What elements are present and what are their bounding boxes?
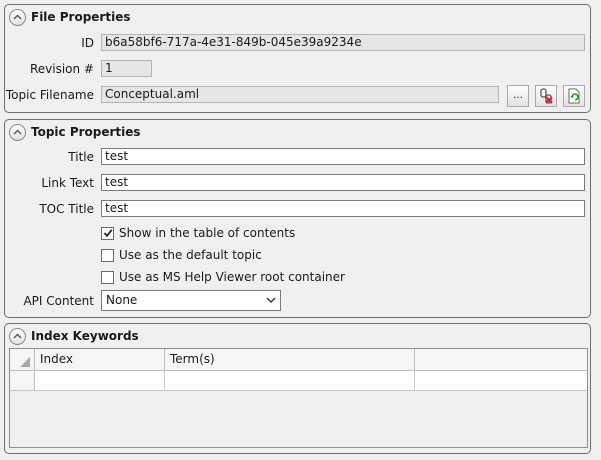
topic-properties-header: Topic Properties (9, 123, 141, 141)
collapse-index-keywords-button[interactable] (9, 327, 26, 345)
index-keywords-grid[interactable]: Index Term(s) (9, 348, 588, 448)
toc-title-input[interactable]: test (101, 200, 585, 217)
toc-title-label: TOC Title (39, 202, 94, 216)
collapse-file-properties-button[interactable] (9, 8, 26, 26)
chevron-down-icon (266, 291, 276, 316)
new-row-terms-cell[interactable] (165, 371, 415, 391)
api-content-select[interactable]: None (101, 290, 281, 311)
link-text-input[interactable]: test (101, 174, 585, 191)
show-in-toc-checkbox[interactable]: Show in the table of contents (101, 226, 295, 240)
title-input[interactable]: test (101, 148, 585, 165)
id-label: ID (81, 36, 94, 50)
checkmark-icon (103, 229, 113, 238)
chevron-up-icon (13, 129, 22, 135)
file-properties-title: File Properties (31, 10, 131, 24)
unlink-file-button[interactable] (535, 85, 557, 107)
broken-link-icon (540, 88, 553, 104)
title-label: Title (68, 150, 94, 164)
checkbox-label: Use as MS Help Viewer root container (119, 270, 345, 284)
api-content-label: API Content (23, 294, 94, 308)
index-keywords-header: Index Keywords (9, 327, 139, 345)
topic-properties-title: Topic Properties (31, 125, 141, 139)
new-row-index-cell[interactable] (35, 371, 165, 391)
file-properties-header: File Properties (9, 8, 130, 26)
api-content-value: None (106, 293, 138, 307)
refresh-document-icon (568, 88, 580, 104)
browse-button-label: ... (513, 90, 523, 101)
topic-filename-field[interactable]: Conceptual.aml (101, 86, 499, 103)
checkbox-box[interactable] (101, 270, 114, 284)
chevron-up-icon (13, 14, 22, 20)
checkbox-label: Show in the table of contents (119, 226, 296, 240)
column-header-terms[interactable]: Term(s) (165, 349, 415, 371)
topic-filename-label: Topic Filename (5, 88, 94, 102)
select-all-triangle-icon (20, 357, 30, 367)
revision-label: Revision # (29, 62, 94, 76)
chevron-up-icon (13, 333, 22, 339)
link-text-label: Link Text (41, 176, 94, 190)
help-viewer-root-checkbox[interactable]: Use as MS Help Viewer root container (101, 270, 345, 284)
checkbox-box[interactable] (101, 226, 114, 240)
browse-button[interactable]: ... (507, 85, 529, 107)
checkbox-box[interactable] (101, 248, 114, 262)
column-header-index[interactable]: Index (35, 349, 165, 371)
row-header-cell[interactable] (10, 371, 35, 391)
revision-field[interactable]: 1 (101, 60, 152, 77)
checkbox-label: Use as the default topic (119, 248, 262, 262)
collapse-topic-properties-button[interactable] (9, 123, 26, 141)
column-header-filler (415, 349, 587, 371)
id-field[interactable]: b6a58bf6-717a-4e31-849b-045e39a9234e (101, 34, 585, 51)
new-row-filler-cell (415, 371, 587, 391)
refresh-file-button[interactable] (563, 85, 585, 107)
default-topic-checkbox[interactable]: Use as the default topic (101, 248, 262, 262)
select-all-cell[interactable] (10, 349, 35, 371)
index-keywords-title: Index Keywords (31, 329, 139, 343)
